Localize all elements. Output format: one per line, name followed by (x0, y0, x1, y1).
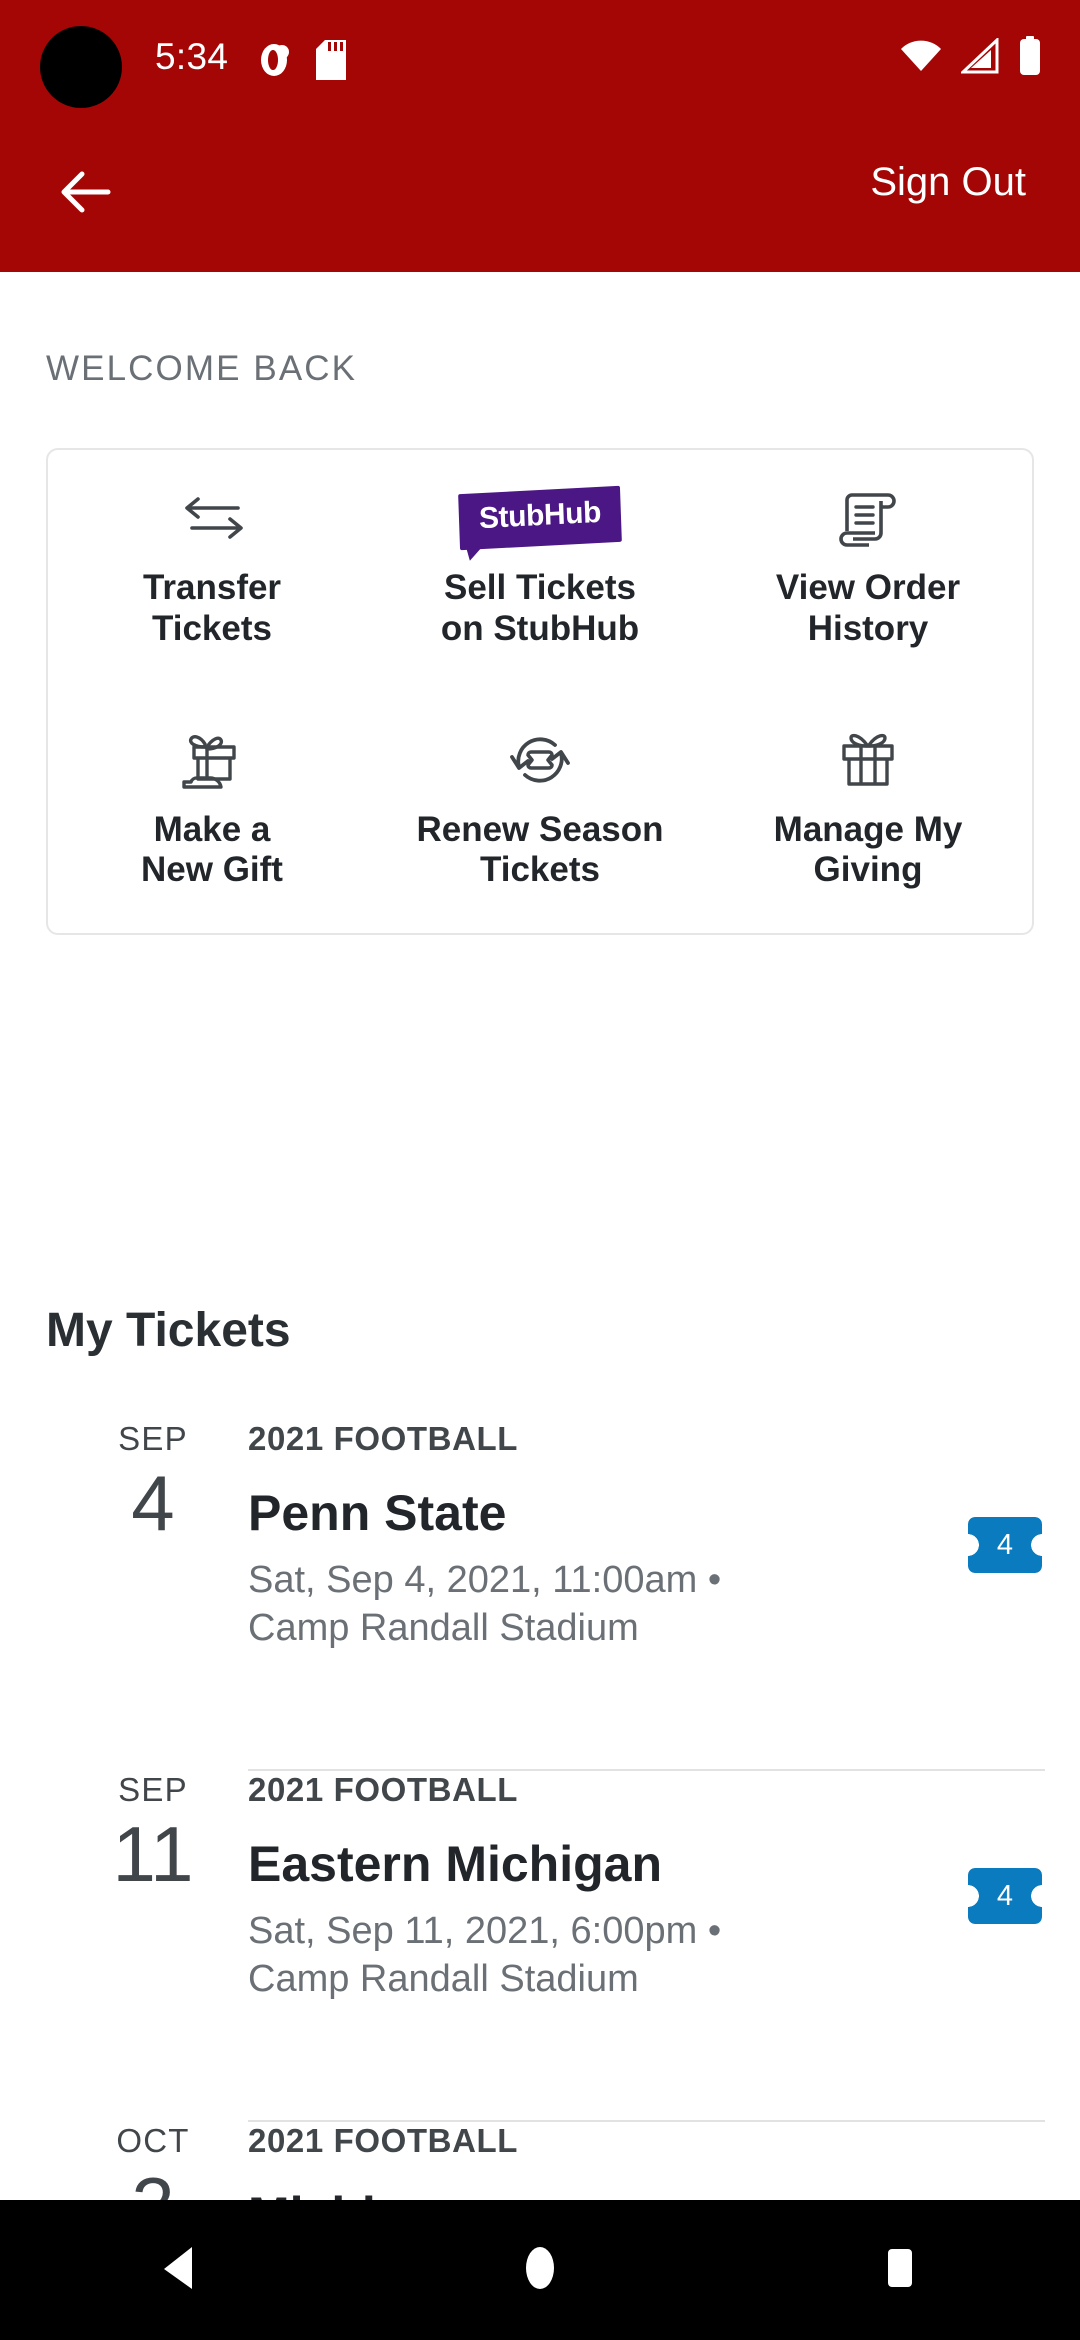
nav-home-circle-icon (519, 2245, 561, 2296)
action-label: Sell Tickets on StubHub (441, 568, 639, 650)
android-navigation-bar (0, 2200, 1080, 2340)
stubhub-logo-icon: StubHub (458, 476, 622, 560)
nav-recents-button[interactable] (825, 2200, 975, 2340)
action-label-line2: Tickets (479, 850, 600, 890)
action-label: Renew Season Tickets (416, 810, 663, 892)
ticket-count-badge[interactable]: 4 (968, 1868, 1042, 1924)
back-arrow-icon (58, 169, 114, 220)
app-header-bar: Sign Out (0, 112, 1080, 272)
ticket-count-badge[interactable]: 4 (968, 1517, 1042, 1573)
nav-recents-square-icon (880, 2245, 920, 2296)
gift-box-icon (835, 718, 901, 802)
action-label-line1: Renew Season (416, 809, 664, 849)
transfer-arrows-icon (176, 476, 248, 560)
stubhub-logo-badge: StubHub (458, 485, 622, 551)
action-label-line1: View Order (775, 568, 961, 607)
back-button[interactable] (46, 154, 126, 234)
action-label-line1: Transfer (142, 568, 282, 607)
stubhub-logo-text: StubHub (478, 495, 602, 536)
action-label-line2: Giving (813, 850, 923, 890)
action-label-line2: New Gift (141, 850, 283, 890)
welcome-back-label: WELCOME BACK (46, 349, 358, 388)
status-bar-clock: 5:34 (155, 36, 229, 77)
action-renew-season-tickets[interactable]: Renew Season Tickets (376, 692, 704, 934)
ticket-opponent-name: Penn State (248, 1485, 507, 1541)
action-label: View Order History (776, 568, 960, 650)
ticket-datetime: Sat, Sep 4, 2021, 11:00am • (248, 1559, 722, 1601)
ticket-day: 11 (112, 1810, 194, 1898)
nav-back-button[interactable] (105, 2200, 255, 2340)
wifi-icon (900, 38, 942, 79)
action-label: Manage My Giving (774, 810, 963, 892)
gift-hand-icon (177, 718, 247, 802)
action-label-line1: Manage My (773, 809, 963, 849)
sd-card-icon (316, 40, 346, 85)
action-view-order-history[interactable]: View Order History (704, 450, 1032, 692)
ticket-date-block: SEP 11 (78, 1771, 228, 1893)
battery-icon (1018, 36, 1042, 81)
action-make-new-gift[interactable]: Make a New Gift (48, 692, 376, 934)
action-label-line1: Sell Tickets (444, 568, 636, 607)
ticket-venue: Camp Randall Stadium (248, 1957, 639, 2000)
nav-back-triangle-icon (160, 2245, 200, 2296)
ticket-datetime: Sat, Sep 11, 2021, 6:00pm • (248, 1910, 722, 1952)
ticket-opponent-name: Eastern Michigan (248, 1836, 662, 1892)
page-content: WELCOME BACK Transfer Tickets StubHub Se… (0, 272, 1080, 2340)
ticket-month: SEP (118, 1771, 188, 1808)
quick-actions-card: Transfer Tickets StubHub Sell Tickets on… (46, 448, 1034, 935)
camera-cutout (40, 26, 122, 108)
action-sell-tickets-stubhub[interactable]: StubHub Sell Tickets on StubHub (376, 450, 704, 692)
nav-home-button[interactable] (465, 2200, 615, 2340)
app-screen: 5:34 Sign Out WELCOME BACK Transfer Tick… (0, 0, 1080, 2340)
action-label-line2: History (807, 608, 929, 648)
scroll-document-icon (835, 476, 901, 560)
status-bar-system-icons (900, 36, 1042, 81)
action-label-line2: on StubHub (440, 608, 640, 648)
ticket-info-block: 2021 FOOTBALL Penn State Sat, Sep 4, 202… (248, 1420, 888, 1652)
action-label: Make a New Gift (141, 810, 283, 892)
cellular-signal-icon (959, 36, 999, 79)
sign-out-button[interactable]: Sign Out (856, 148, 1040, 217)
ticket-list-item[interactable]: SEP 4 2021 FOOTBALL Penn State Sat, Sep … (0, 1420, 1080, 1771)
action-label-line1: Make a (153, 809, 271, 849)
ticket-season-label: 2021 FOOTBALL (248, 2122, 519, 2159)
action-transfer-tickets[interactable]: Transfer Tickets (48, 450, 376, 692)
ticket-season-label: 2021 FOOTBALL (248, 1771, 519, 1808)
page-title: My Tickets (46, 1304, 291, 1357)
action-label: Transfer Tickets (143, 568, 281, 650)
action-label-line2: Tickets (152, 608, 272, 648)
ticket-list-item[interactable]: SEP 11 2021 FOOTBALL Eastern Michigan Sa… (0, 1771, 1080, 2122)
action-manage-my-giving[interactable]: Manage My Giving (704, 692, 1032, 934)
ticket-info-block: 2021 FOOTBALL Eastern Michigan Sat, Sep … (248, 1771, 888, 2003)
ticket-month: SEP (118, 1420, 188, 1457)
ticket-date-block: SEP 4 (78, 1420, 228, 1542)
notification-icon (258, 40, 294, 85)
ticket-month: OCT (116, 2122, 190, 2159)
ticket-venue: Camp Randall Stadium (248, 1606, 639, 1649)
ticket-day: 4 (131, 1459, 175, 1547)
ticket-season-label: 2021 FOOTBALL (248, 1420, 519, 1457)
status-bar-notification-icons (258, 40, 346, 85)
ticket-refresh-icon (507, 718, 573, 802)
status-bar: 5:34 (0, 0, 1080, 112)
